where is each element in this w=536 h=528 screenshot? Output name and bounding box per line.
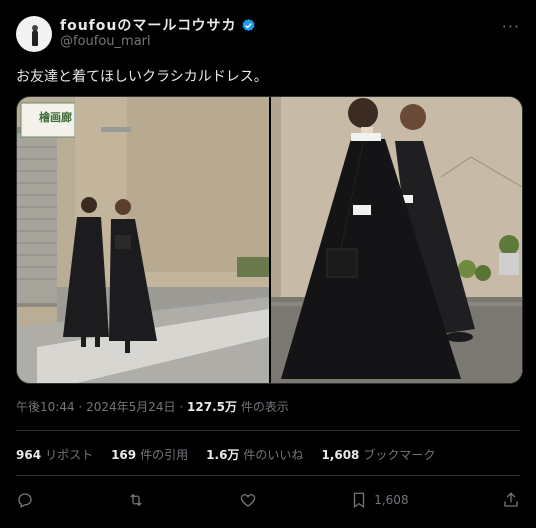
views-label: 件の表示 [240, 400, 289, 414]
avatar[interactable] [16, 16, 52, 52]
author-handle[interactable]: @foufou_marl [60, 34, 151, 49]
stat-reposts[interactable]: 964 リポスト [16, 446, 93, 463]
bookmark-icon [354, 492, 365, 509]
meta-separator-2: · [179, 400, 184, 414]
tweet-meta: 午後10:44 · 2024年5月24日 · 127.5万 件の表示 [16, 398, 289, 415]
tweet-time[interactable]: 午後10:44 [16, 400, 75, 414]
divider-top [16, 430, 520, 431]
tweet-text: お友達と着てほしいクラシカルドレス。 [16, 69, 268, 85]
tweet-date[interactable]: 2024年5月24日 [86, 400, 175, 414]
avatar-figure-body [32, 30, 38, 46]
author-name-row: foufouのマールコウサカ [60, 15, 256, 35]
engagement-stats: 964 リポスト 169 件の引用 1.6万 件のいいね 1,608 ブックマーク [16, 446, 435, 463]
photo-right-illustration [271, 97, 522, 383]
photo-left[interactable]: 檜画廊 [17, 97, 269, 383]
stat-likes[interactable]: 1.6万 件のいいね [206, 446, 303, 463]
verified-badge-icon [241, 18, 255, 31]
photo-left-illustration [17, 97, 269, 383]
bookmark-button[interactable]: 1,608 [350, 491, 409, 509]
shop-sign-text: 檜画廊 [39, 111, 72, 124]
views-count: 127.5万 [187, 400, 237, 414]
stat-quotes[interactable]: 169 件の引用 [111, 446, 188, 463]
author-display-name[interactable]: foufouのマールコウサカ [60, 15, 237, 35]
meta-separator: · [78, 400, 83, 414]
share-button[interactable] [502, 491, 520, 509]
media-grid: 檜画廊 [16, 96, 523, 384]
like-button[interactable] [239, 491, 257, 509]
heart-icon [240, 494, 256, 507]
repost-icon [130, 493, 143, 507]
share-icon [504, 492, 518, 507]
repost-button[interactable] [127, 491, 145, 509]
photo-right[interactable] [271, 97, 522, 383]
more-options-icon[interactable]: ··· [502, 17, 520, 36]
reply-icon [18, 493, 32, 508]
stat-bookmarks[interactable]: 1,608 ブックマーク [321, 446, 435, 463]
reply-button[interactable] [16, 491, 34, 509]
divider-bottom [16, 475, 520, 476]
action-bar: 1,608 [16, 488, 520, 512]
bookmark-count: 1,608 [374, 493, 409, 507]
